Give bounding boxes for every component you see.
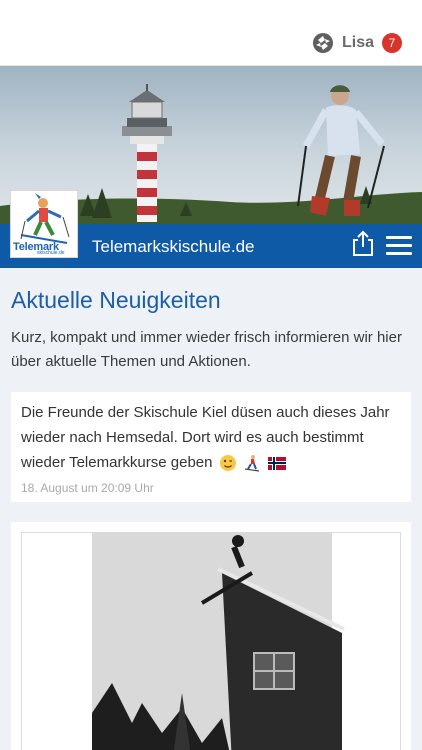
brand-title: Telemarkskischule.de [92, 237, 255, 256]
section-heading: Aktuelle Neuigkeiten [11, 287, 221, 313]
share-icon[interactable] [352, 230, 374, 256]
notification-badge[interactable]: 7 [382, 33, 402, 53]
menu-line [386, 244, 412, 247]
user-name: Lisa [341, 34, 374, 51]
news-text: Die Freunde der Skischule Kiel düsen auc… [21, 400, 401, 475]
skier-icon [244, 455, 259, 472]
user-account[interactable]: Lisa 7 [312, 32, 402, 54]
menu-icon[interactable] [386, 236, 412, 256]
skier [297, 85, 385, 216]
news-card-image[interactable] [11, 522, 411, 750]
skier-logo-icon [20, 193, 70, 244]
news-timestamp: 18. August um 20:09 Uhr [21, 481, 154, 495]
news-text-body: Die Freunde der Skischule Kiel düsen auc… [21, 404, 390, 471]
app-logo-icon [312, 33, 333, 53]
menu-line [386, 236, 412, 239]
menu-line [386, 252, 412, 255]
norway-flag-icon [268, 456, 287, 470]
top-bar: Lisa 7 [0, 0, 422, 66]
app-logo[interactable]: Telemark skischule.de [10, 190, 78, 258]
logo-subtext: skischule.de [37, 250, 65, 256]
news-photo [21, 532, 401, 750]
section-intro: Kurz, kompakt und immer wieder frisch in… [11, 329, 402, 370]
news-card[interactable]: Die Freunde der Skischule Kiel düsen auc… [11, 392, 411, 502]
winking-face-icon [219, 455, 236, 472]
